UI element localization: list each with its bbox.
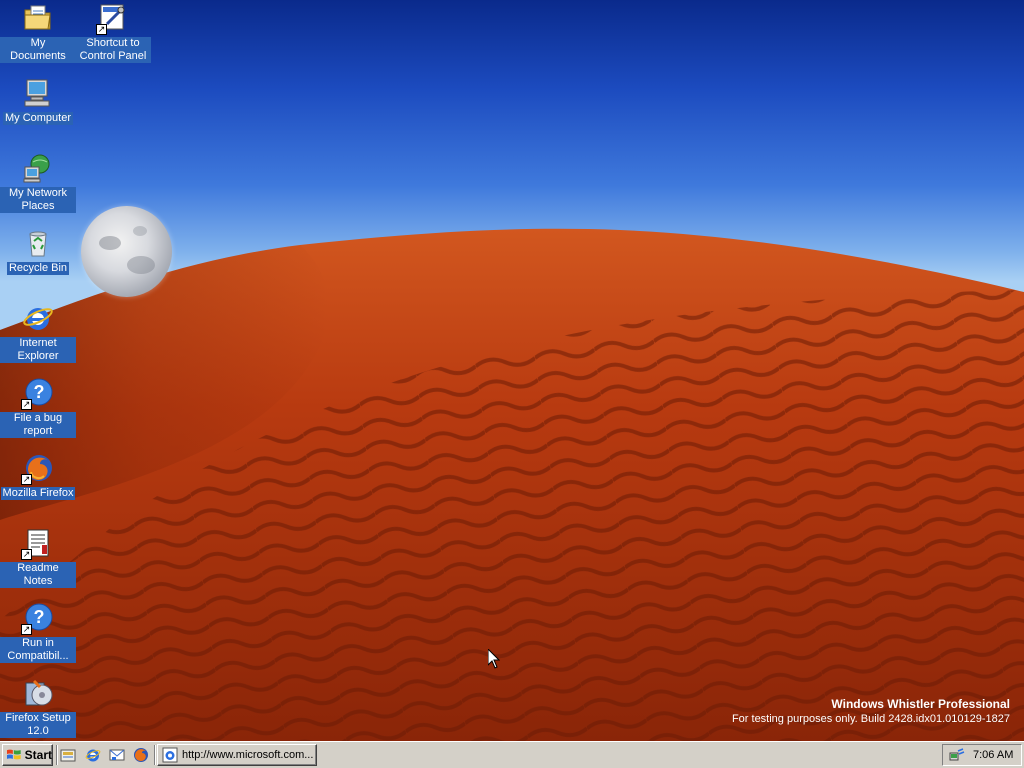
shortcut-arrow-icon: ↗ <box>21 624 32 635</box>
watermark-edition: Windows Whistler Professional <box>831 697 1010 711</box>
recycle-bin-icon <box>22 227 54 259</box>
desktop-icon-my-network-places[interactable]: My Network Places <box>0 152 76 213</box>
icon-label: Internet Explorer <box>0 337 76 363</box>
desktop-icon-readme-notes[interactable]: ↗ Readme Notes <box>0 527 76 588</box>
firefox-icon: ↗ <box>21 452 54 485</box>
icon-label: My Documents <box>0 37 76 63</box>
desktop-icon-mozilla-firefox[interactable]: ↗ Mozilla Firefox <box>0 452 76 500</box>
taskbar-window-button[interactable]: http://www.microsoft.com... <box>157 744 317 766</box>
computer-icon <box>22 77 54 109</box>
folder-documents-icon <box>22 2 54 34</box>
icon-label: Mozilla Firefox <box>0 487 76 500</box>
desktop-icon-my-documents[interactable]: My Documents <box>0 2 76 63</box>
mouse-cursor-icon <box>488 649 500 669</box>
desktop-icon-run-in-compatibility[interactable]: ? ↗ Run in Compatibil... <box>0 602 76 663</box>
svg-text:?: ? <box>34 382 45 402</box>
icon-label: File a bug report <box>0 412 76 438</box>
quick-launch-internet-explorer[interactable] <box>83 746 103 764</box>
show-desktop-icon <box>60 749 76 762</box>
icon-label: Recycle Bin <box>6 262 70 275</box>
shortcut-arrow-icon: ↗ <box>21 474 32 485</box>
clock[interactable]: 7:06 AM <box>973 749 1013 761</box>
watermark-build: For testing purposes only. Build 2428.id… <box>731 713 1010 725</box>
quick-launch-outlook-express[interactable] <box>107 746 127 764</box>
desktop-icon-firefox-setup[interactable]: Firefox Setup 12.0 <box>0 677 76 738</box>
desktop-icon-recycle-bin[interactable]: Recycle Bin <box>0 227 76 275</box>
internet-explorer-icon <box>85 749 101 762</box>
start-button[interactable]: Start <box>2 744 53 766</box>
icon-label: My Network Places <box>0 187 76 213</box>
help-icon: ? ↗ <box>21 602 54 635</box>
control-panel-icon: ↗ <box>96 2 129 35</box>
taskbar-separator <box>154 745 156 765</box>
setup-icon <box>22 677 54 709</box>
system-tray: 7:06 AM <box>942 744 1022 766</box>
quick-launch-show-desktop[interactable] <box>58 746 78 764</box>
help-icon: ? ↗ <box>21 377 54 410</box>
internet-explorer-page-icon <box>162 747 178 763</box>
shortcut-arrow-icon: ↗ <box>21 399 32 410</box>
desktop-icon-file-a-bug-report[interactable]: ? ↗ File a bug report <box>0 377 76 438</box>
notes-icon: ↗ <box>21 527 54 560</box>
icon-label: My Computer <box>2 112 74 125</box>
shortcut-arrow-icon: ↗ <box>96 24 107 35</box>
desktop[interactable]: My Documents ↗ Shortcut to Control Panel… <box>0 0 1024 741</box>
internet-explorer-icon <box>22 302 54 334</box>
outlook-express-icon <box>109 749 125 761</box>
icon-label: Readme Notes <box>0 562 76 588</box>
taskbar: Start http://www.microsoft.com... 7:06 A… <box>0 741 1024 768</box>
icon-label: Shortcut to Control Panel <box>75 37 151 63</box>
wallpaper-dune <box>0 228 1024 741</box>
icon-label: Firefox Setup 12.0 <box>0 712 76 738</box>
desktop-icon-internet-explorer[interactable]: Internet Explorer <box>0 302 76 363</box>
desktop-icon-my-computer[interactable]: My Computer <box>0 77 76 125</box>
svg-text:?: ? <box>34 607 45 627</box>
start-label: Start <box>24 748 52 762</box>
network-icon <box>22 152 54 184</box>
firefox-icon <box>134 748 148 762</box>
moon <box>81 206 172 297</box>
icon-label: Run in Compatibil... <box>0 637 76 663</box>
shortcut-arrow-icon: ↗ <box>21 549 32 560</box>
desktop-icon-control-panel[interactable]: ↗ Shortcut to Control Panel <box>75 2 151 63</box>
build-watermark: Windows Whistler Professional For testin… <box>732 697 1010 726</box>
taskbar-window-title: http://www.microsoft.com... <box>182 749 314 761</box>
windows-logo-icon <box>6 749 21 760</box>
network-connection-icon[interactable] <box>949 747 965 763</box>
quick-launch-firefox[interactable] <box>131 746 151 764</box>
